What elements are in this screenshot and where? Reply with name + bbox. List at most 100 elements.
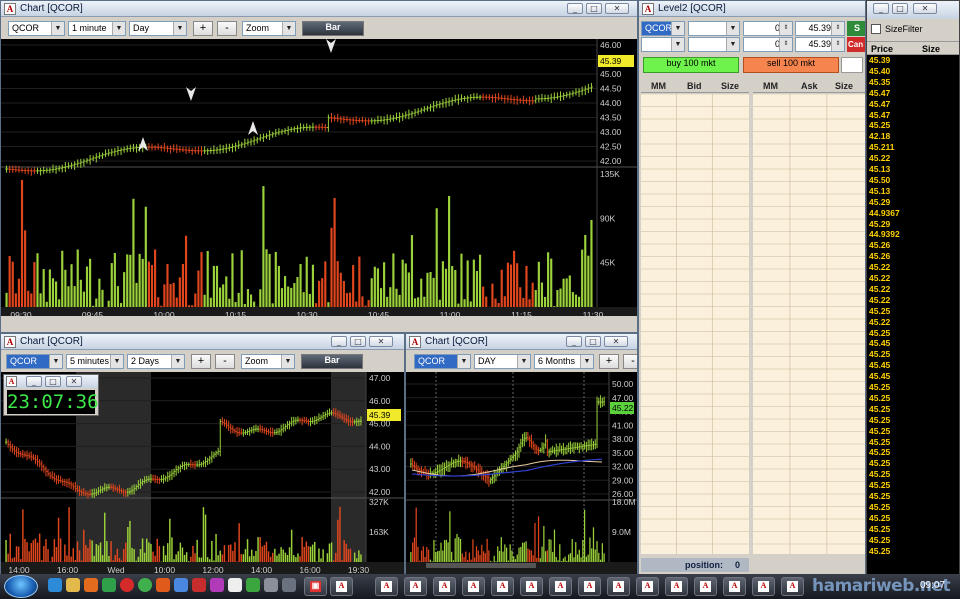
ts-title-bar[interactable]: _ □ ✕ <box>867 1 959 19</box>
close-icon[interactable]: ✕ <box>66 376 82 387</box>
opera-icon[interactable] <box>120 578 134 592</box>
daily-chart[interactable]: 50.0047.0044.0041.0038.0035.0032.0029.00… <box>406 372 637 576</box>
taskbar-app-button[interactable]: A <box>578 577 601 596</box>
minimize-icon[interactable]: _ <box>873 3 889 14</box>
volume-bar <box>36 253 39 307</box>
taskbar-app-button[interactable]: A <box>491 577 514 596</box>
taskbar-app-button[interactable]: A <box>330 577 353 596</box>
chart-type-button[interactable]: Bar <box>302 21 364 36</box>
maximize-icon[interactable]: □ <box>586 3 602 14</box>
close-icon[interactable]: ✕ <box>913 3 937 14</box>
symbol-select[interactable]: QCOR ▼ <box>414 354 471 369</box>
buy-market-button[interactable]: buy 100 mkt <box>643 57 739 73</box>
clock-title-bar[interactable]: A _ □ ✕ <box>4 375 98 388</box>
zoom-in-button[interactable]: + <box>599 354 619 369</box>
intraday-chart[interactable]: 46.0045.5045.0044.5044.0043.5043.0042.50… <box>1 39 637 316</box>
route-select[interactable]: ▼ <box>688 21 740 36</box>
system-clock[interactable]: 09:07 <box>920 580 945 591</box>
interval-select[interactable]: DAY ▼ <box>474 354 531 369</box>
maximize-icon[interactable]: □ <box>892 3 908 14</box>
symbol-select[interactable]: QCOR ▼ <box>8 21 65 36</box>
taskbar-app-button[interactable]: A <box>375 577 398 596</box>
interval-select[interactable]: 1 minute ▼ <box>68 21 126 36</box>
minimize-icon[interactable]: _ <box>331 336 347 347</box>
sizefilter-checkbox[interactable] <box>871 24 881 34</box>
chrome-icon[interactable] <box>138 578 152 592</box>
title-bar[interactable]: A Chart [QCOR] _ □ ✕ <box>1 334 404 350</box>
taskbar-app-button[interactable]: A <box>607 577 630 596</box>
time-and-sales-list[interactable]: 45.3910045.4015045.3520045.4722545.47200… <box>867 55 959 555</box>
close-icon[interactable]: ✕ <box>604 336 628 347</box>
media-icon[interactable] <box>102 578 116 592</box>
bid-book-grid[interactable] <box>641 94 749 554</box>
stepper-icon[interactable]: ⇕ <box>831 22 844 35</box>
stepper-icon[interactable]: ⇕ <box>779 38 792 51</box>
taskbar-app-button[interactable]: A <box>462 577 485 596</box>
app-icon[interactable] <box>210 578 224 592</box>
symbol-select[interactable]: QCOR ▼ <box>6 354 63 369</box>
shield-icon[interactable] <box>192 578 206 592</box>
close-icon[interactable]: ✕ <box>369 336 393 347</box>
sell-market-button[interactable]: sell 100 mkt <box>743 57 839 73</box>
calculator-icon[interactable] <box>282 578 296 592</box>
minimize-icon[interactable]: _ <box>566 336 582 347</box>
submit-button[interactable]: S <box>847 21 865 36</box>
title-bar[interactable]: A Level2 [QCOR] <box>639 1 865 17</box>
quantity-input-2[interactable]: 0 ⇕ <box>743 37 793 52</box>
ie-icon[interactable] <box>48 578 62 592</box>
zoom-in-button[interactable]: + <box>193 21 213 36</box>
volume-bar <box>175 297 178 307</box>
cancel-button[interactable]: Can <box>847 37 865 52</box>
taskbar-app-button[interactable]: A <box>723 577 746 596</box>
volume-bar <box>5 292 8 307</box>
taskbar-app-button[interactable]: A <box>752 577 775 596</box>
chart-type-button[interactable]: Bar <box>301 354 363 369</box>
taskbar-app-button[interactable]: A <box>694 577 717 596</box>
title-bar[interactable]: A Chart [QCOR] _ □ ✕ <box>406 334 637 350</box>
zoom-out-button[interactable]: - <box>623 354 637 369</box>
taskbar-app-button[interactable]: A <box>433 577 456 596</box>
minimize-icon[interactable]: _ <box>26 376 42 387</box>
account-select[interactable]: ▼ <box>688 37 740 52</box>
taskbar-app-button[interactable]: A <box>404 577 427 596</box>
gmail-icon[interactable] <box>228 578 242 592</box>
interval-select[interactable]: 5 minutes ▼ <box>66 354 124 369</box>
close-icon[interactable]: ✕ <box>605 3 629 14</box>
zoom-out-button[interactable]: - <box>217 21 237 36</box>
symbol-select[interactable]: QCOR ▼ <box>641 21 685 36</box>
volume-bar <box>22 509 24 562</box>
zoom-out-button[interactable]: - <box>215 354 235 369</box>
order-type-select[interactable]: ▼ <box>641 37 685 52</box>
price-input-2[interactable]: 45.39 ⇕ <box>795 37 845 52</box>
zoom-select[interactable]: Zoom ▼ <box>241 354 295 369</box>
chat-icon[interactable] <box>174 578 188 592</box>
zoom-select[interactable]: Zoom ▼ <box>242 21 296 36</box>
zoom-in-button[interactable]: + <box>191 354 211 369</box>
tool-icon[interactable] <box>246 578 260 592</box>
taskbar-app-button[interactable]: A <box>636 577 659 596</box>
folder-icon[interactable] <box>66 578 80 592</box>
start-button[interactable] <box>4 575 38 598</box>
ask-book-grid[interactable] <box>753 94 865 554</box>
stepper-icon[interactable]: ⇕ <box>831 38 844 51</box>
settings-icon[interactable] <box>264 578 278 592</box>
taskbar-app-button[interactable]: A <box>520 577 543 596</box>
taskbar-app-button[interactable]: A <box>781 577 804 596</box>
maximize-icon[interactable]: □ <box>585 336 601 347</box>
range-select[interactable]: 6 Months ▼ <box>534 354 594 369</box>
title-bar[interactable]: A Chart [QCOR] _ □ ✕ <box>1 1 637 17</box>
maximize-icon[interactable]: □ <box>45 376 61 387</box>
browser-icon[interactable] <box>156 578 170 592</box>
firefox-icon[interactable] <box>84 578 98 592</box>
taskbar-app-button[interactable]: ▣ <box>304 577 327 596</box>
taskbar-app-button[interactable]: A <box>549 577 572 596</box>
maximize-icon[interactable]: □ <box>350 336 366 347</box>
range-select[interactable]: 2 Days ▼ <box>127 354 185 369</box>
minimize-icon[interactable]: _ <box>567 3 583 14</box>
range-select[interactable]: Day ▼ <box>129 21 187 36</box>
taskbar-app-button[interactable]: A <box>665 577 688 596</box>
quantity-input-1[interactable]: 0 ⇕ <box>743 21 793 36</box>
volume-bar <box>175 554 177 562</box>
stepper-icon[interactable]: ⇕ <box>779 22 792 35</box>
price-input-1[interactable]: 45.39 ⇕ <box>795 21 845 36</box>
